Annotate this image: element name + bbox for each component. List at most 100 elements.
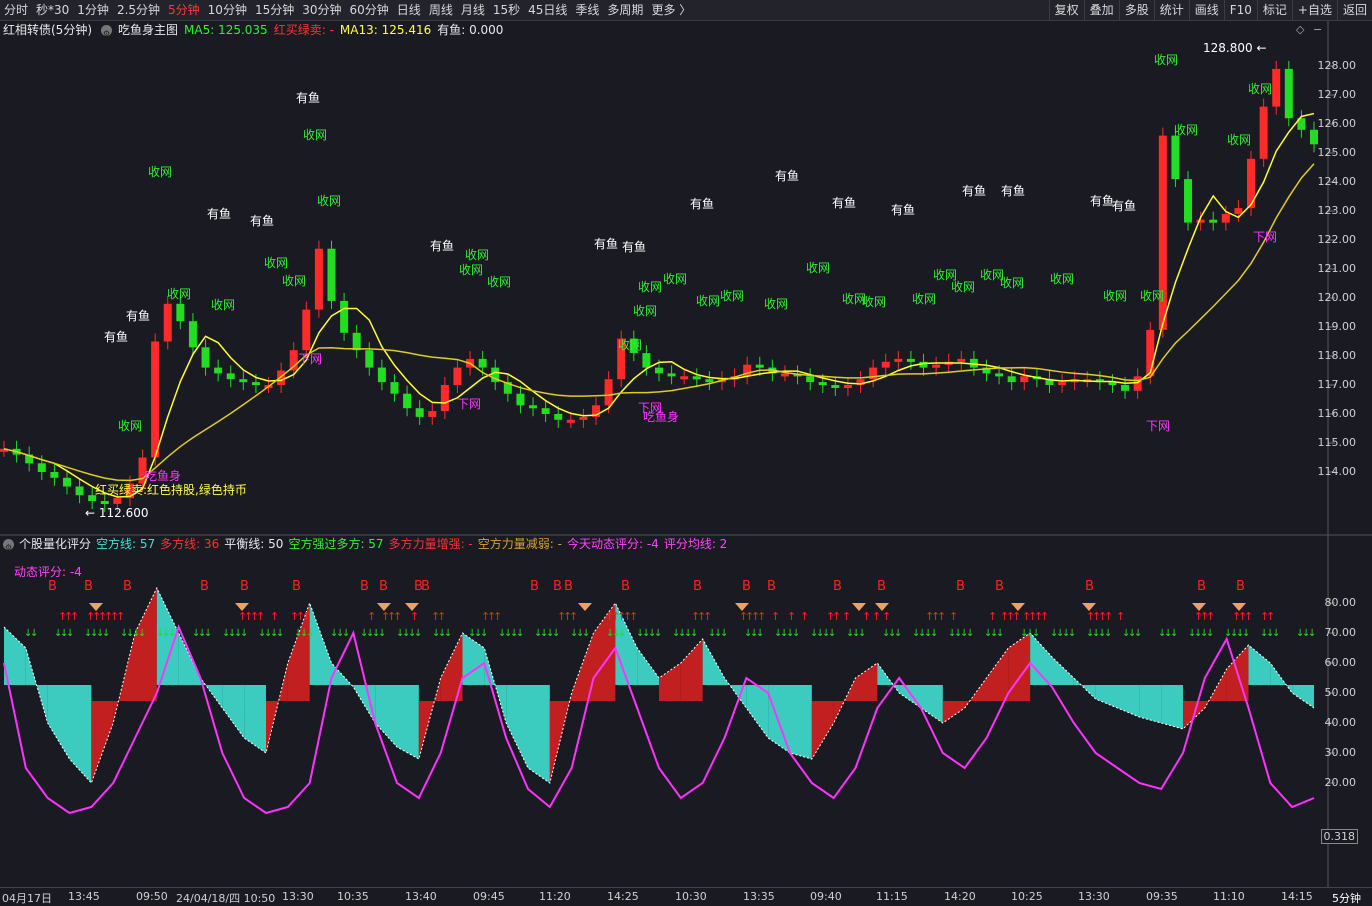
indicator-current-value: 0.318 (1320, 829, 1358, 844)
kong-fill (375, 685, 397, 747)
time-label: 14:25 (607, 890, 639, 903)
up-arrow-icon: ↑ (1012, 610, 1021, 623)
down-arrow-icon: ↓ (1170, 628, 1178, 639)
down-arrow-icon: ↓ (306, 628, 314, 639)
kong-fill (397, 685, 419, 759)
period-tab-8[interactable]: 60分钟 (346, 0, 393, 21)
youyu-label: 有鱼 (1112, 199, 1136, 213)
period-tab-5[interactable]: 10分钟 (204, 0, 251, 21)
period-tab-0[interactable]: 分时 (0, 0, 32, 21)
down-arrow-icon: ↓ (654, 628, 662, 639)
time-label: 10:30 (675, 890, 707, 903)
period-tab-4[interactable]: 5分钟 (164, 0, 204, 21)
period-tab-9[interactable]: 日线 (393, 0, 425, 21)
buy-marker: B (833, 579, 842, 594)
down-arrow-icon: ↓ (1104, 628, 1112, 639)
down-arrow-icon: ↓ (168, 628, 176, 639)
up-arrow-icon: ↑ (256, 610, 265, 623)
up-arrow-icon: ↑ (1040, 610, 1049, 623)
toolbar-button-6[interactable]: 标记 (1256, 0, 1292, 21)
toolbar-button-3[interactable]: 统计 (1153, 0, 1189, 21)
indicator-tick: 80.00 (1324, 596, 1357, 609)
up-arrow-icon: ↑ (116, 610, 125, 623)
down-arrow-icon: ↓ (1032, 628, 1040, 639)
up-arrow-icon: ↑ (882, 610, 891, 623)
right-toolbar: 复权 叠加 多股 统计 画线 F10 标记 +自选 返回 (1048, 0, 1372, 21)
kong-fill (1052, 657, 1074, 685)
down-arrow-icon: ↓ (894, 628, 902, 639)
toolbar-button-4[interactable]: 画线 (1188, 0, 1224, 21)
kong-fill (331, 663, 354, 687)
down-arrow-icon: ↓ (1308, 628, 1316, 639)
period-tab-14[interactable]: 季线 (571, 0, 603, 21)
kong-fill (506, 685, 528, 768)
price-tick: 118.00 (1317, 349, 1357, 362)
period-tab-3[interactable]: 2.5分钟 (113, 0, 164, 21)
time-label: 11:20 (539, 890, 571, 903)
shouwang-label: 收网 (696, 294, 720, 308)
toolbar-button-5[interactable]: F10 (1223, 0, 1257, 21)
period-tab-1[interactable]: 秒*30 (32, 0, 73, 21)
toolbar-button-1[interactable]: 叠加 (1083, 0, 1119, 21)
shouwang-label: 收网 (1174, 123, 1198, 137)
down-arrow-icon: ↓ (480, 628, 488, 639)
period-tab-2[interactable]: 1分钟 (73, 0, 113, 21)
kong-fill (1292, 685, 1314, 708)
period-tab-10[interactable]: 周线 (425, 0, 457, 21)
toolbar-button-0[interactable]: 复权 (1048, 0, 1084, 21)
period-tabs: 分时 秒*30 1分钟 2.5分钟 5分钟 10分钟 15分钟 30分钟 60分钟 日线 周线 月线 1… (0, 0, 695, 21)
kong-fill (637, 648, 659, 685)
time-label: 13:45 (68, 890, 100, 903)
toolbar-button-7[interactable]: +自选 (1291, 0, 1337, 21)
time-label: 14:15 (1281, 890, 1313, 903)
shouwang-label: 收网 (638, 280, 662, 294)
dongtai-label: 动态评分: -4 (14, 565, 82, 579)
period-tab-13[interactable]: 45日线 (524, 0, 571, 21)
period-tab-16[interactable]: 更多 〉 (647, 0, 695, 21)
shouwang-label: 收网 (317, 194, 341, 208)
period-tab-15[interactable]: 多周期 (603, 0, 647, 21)
down-arrow-icon: ↓ (138, 628, 146, 639)
period-tab-7[interactable]: 30分钟 (298, 0, 345, 21)
shouwang-label: 收网 (633, 304, 657, 318)
shouwang-label: 收网 (282, 274, 306, 288)
period-tab-11[interactable]: 月线 (457, 0, 489, 21)
toolbar-button-8[interactable]: 返回 (1336, 0, 1372, 21)
down-arrow-icon: ↓ (102, 628, 110, 639)
price-tick: 122.00 (1317, 233, 1357, 246)
down-arrow-icon: ↓ (966, 628, 974, 639)
buy-marker: B (767, 579, 776, 594)
diamond-icon (578, 603, 592, 611)
buy-marker: B (200, 579, 209, 594)
duo-fill (942, 701, 965, 723)
up-arrow-icon: ↑ (703, 610, 712, 623)
price-tick: 117.00 (1317, 378, 1357, 391)
toolbar-button-2[interactable]: 多股 (1118, 0, 1154, 21)
diamond-toggle-icon[interactable]: ◇ (1296, 23, 1305, 36)
up-arrow-icon: ↑ (949, 610, 958, 623)
high-price-label: 128.800 ← (1203, 41, 1267, 55)
shouwang-label: 收网 (1154, 53, 1178, 67)
period-tab-6[interactable]: 15分钟 (251, 0, 298, 21)
indicator-tick: 50.00 (1324, 686, 1357, 699)
kong-fill (921, 685, 943, 723)
indicator-tick: 60.00 (1324, 656, 1357, 669)
shouwang-label: 收网 (1140, 289, 1164, 303)
shouwang-label: 收网 (764, 297, 788, 311)
kong-fill (1030, 633, 1052, 685)
period-tab-12[interactable]: 15秒 (489, 0, 524, 21)
minus-icon[interactable]: − (1313, 23, 1322, 36)
up-arrow-icon: ↑ (493, 610, 502, 623)
kong-fill (790, 685, 812, 759)
price-tick: 116.00 (1317, 407, 1357, 420)
down-arrow-icon: ↓ (930, 628, 938, 639)
duo-fill (855, 663, 878, 701)
up-arrow-icon: ↑ (862, 610, 871, 623)
time-label: 09:40 (810, 890, 842, 903)
time-label: 11:10 (1213, 890, 1245, 903)
down-arrow-icon: ↓ (690, 628, 698, 639)
time-label: 13:35 (743, 890, 775, 903)
kline-chart[interactable]: 128.800 ←← 112.600红买绿卖:红色持股,绿色持币吃鱼身吃鱼身有鱼… (0, 21, 1372, 887)
youyu-label: 有鱼 (962, 184, 986, 198)
kong-fill (353, 685, 376, 723)
